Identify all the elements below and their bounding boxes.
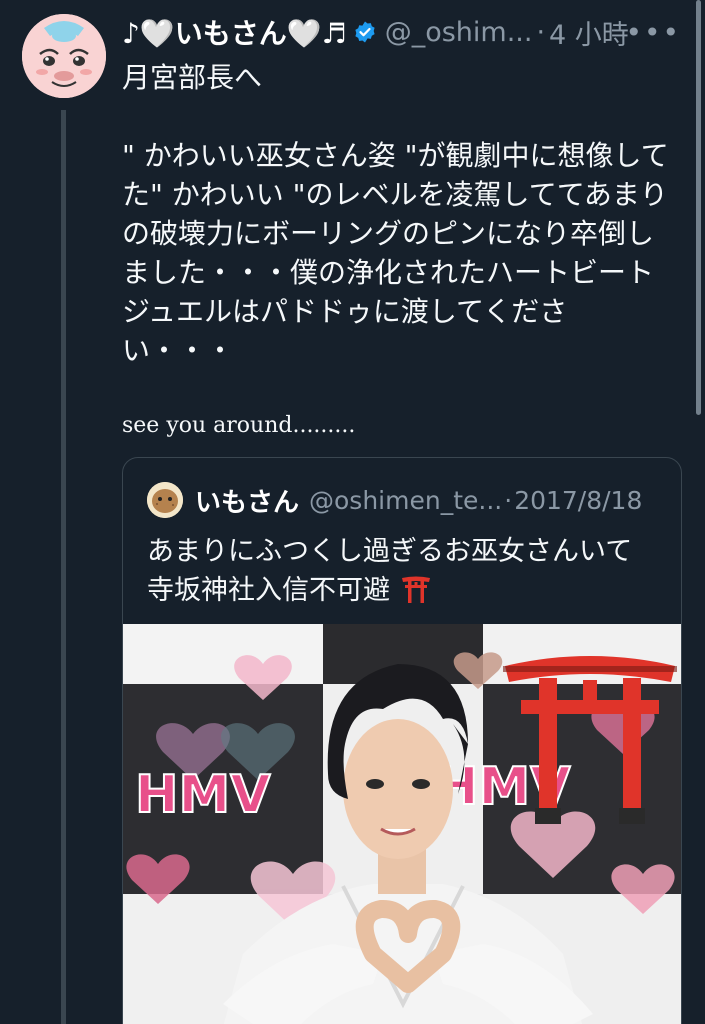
scrollbar-thumb[interactable] <box>696 0 701 415</box>
tweet-header: ♪🤍いもさん🤍♬ @_oshim... · 4 小時 <box>122 12 681 52</box>
quoted-author-name[interactable]: いもさん <box>195 482 299 519</box>
banner-text-left: HMV <box>135 765 271 825</box>
quoted-line: 寺坂神社入信不可避 <box>147 575 390 606</box>
quoted-photo[interactable]: HMV HMV <box>123 624 681 1024</box>
author-avatar[interactable] <box>22 14 106 98</box>
more-options-icon[interactable]: ••• <box>625 16 681 49</box>
potato-avatar-icon <box>147 482 183 518</box>
avatar-face-icon <box>22 14 106 98</box>
torii-gate-icon <box>401 576 430 603</box>
quoted-line-2: 寺坂神社入信不可避 <box>147 571 667 610</box>
quoted-author-handle[interactable]: @oshimen_te... <box>309 486 502 515</box>
quoted-tweet-text: あまりにふつくし過ぎるお巫女さんいて 寺坂神社入信不可避 <box>147 532 667 610</box>
tweet-signoff: see you around......... <box>122 413 356 438</box>
tweet-line: の破壊力にボーリングのピンになり卒倒し <box>122 217 655 250</box>
tweet-line: " かわいい巫女さん姿 "が観劇中に想像して <box>122 139 669 172</box>
quoted-tweet-card[interactable]: いもさん @oshimen_te... · 2017/8/18 あまりにふつくし… <box>122 457 682 1024</box>
verified-badge-icon <box>355 21 375 43</box>
author-display-name[interactable]: ♪🤍いもさん🤍♬ <box>122 12 347 52</box>
tweet-line: ました・・・僕の浄化されたハートビート <box>122 256 655 289</box>
author-handle[interactable]: @_oshim... <box>385 17 533 48</box>
tweet-line: 月宮部長へ <box>122 61 263 94</box>
header-separator: · <box>536 16 546 48</box>
quoted-line: あまりにふつくし過ぎるお巫女さんいて <box>147 536 633 567</box>
tweet-line: た" かわいい "のレベルを凌駕しててあまり <box>122 178 668 211</box>
tweet-text: 月宮部長へ " かわいい巫女さん姿 "が観劇中に想像して た" かわいい "のレ… <box>122 58 682 445</box>
tweet-line: い・・・ <box>122 334 235 367</box>
quoted-date[interactable]: 2017/8/18 <box>514 486 642 515</box>
quoted-tweet-header: いもさん @oshimen_te... · 2017/8/18 <box>147 482 642 518</box>
photo-illustration: HMV HMV <box>123 624 681 1024</box>
thread-line <box>61 110 66 1024</box>
tweet-screen: ♪🤍いもさん🤍♬ @_oshim... · 4 小時 ••• 月宮部長へ " か… <box>0 0 705 1024</box>
tweet-line: ジュエルはパドドゥに渡してくださ <box>122 295 568 328</box>
quoted-separator: · <box>504 485 513 515</box>
quoted-author-avatar[interactable] <box>147 482 183 518</box>
tweet-timestamp[interactable]: 4 小時 <box>549 13 629 52</box>
